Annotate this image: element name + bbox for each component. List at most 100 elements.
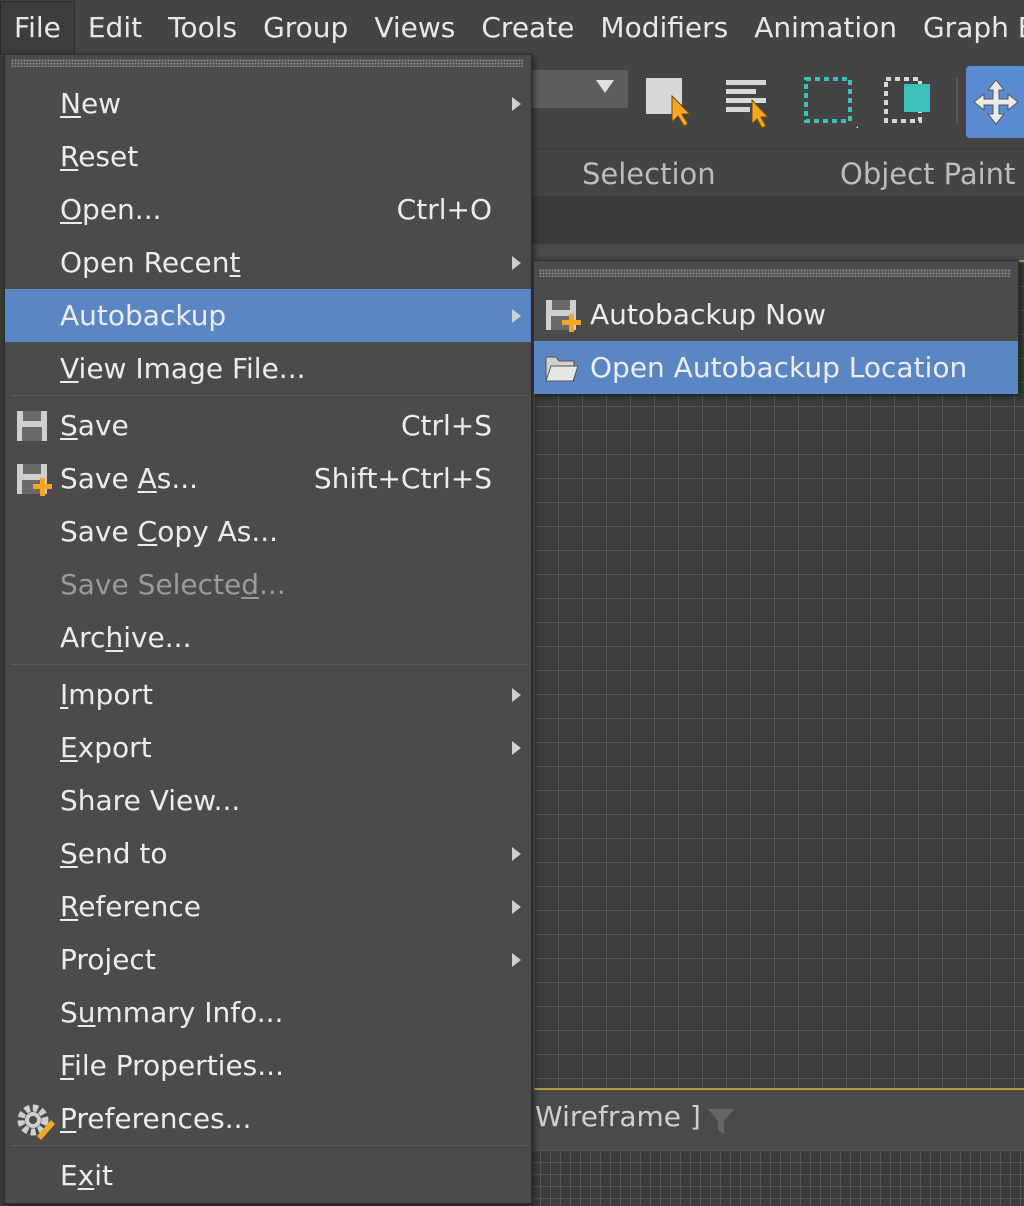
menubar-file[interactable]: File	[0, 1, 75, 55]
menu-item-label-text: s...	[156, 462, 199, 495]
menu-item-preferences[interactable]: Preferences...	[5, 1092, 531, 1145]
menu-item-view-image-file[interactable]: View Image File...	[5, 342, 531, 395]
menu-item-label-text: Arc	[60, 621, 106, 654]
menu-item-label-text: xport	[77, 731, 152, 764]
menu-item-reference[interactable]: Reference	[5, 880, 531, 933]
menu-item-label-text: mmary Info...	[95, 996, 284, 1029]
menu-item-label: Send to	[60, 827, 168, 880]
menu-item-mnemonic: E	[60, 731, 78, 764]
menu-item-label: Project	[60, 933, 156, 986]
menu-item-label: New	[60, 77, 121, 130]
file-menu: New Reset Open... Ctrl+O Open Recent Autoback…	[4, 54, 532, 1204]
menubar-tools[interactable]: Tools	[155, 0, 250, 56]
menu-item-mnemonic: P	[60, 1102, 77, 1135]
menu-item-open-recent[interactable]: Open Recent	[5, 236, 531, 289]
menu-item-label-text: end to	[77, 837, 168, 870]
menubar-group[interactable]: Group	[250, 0, 361, 56]
menu-item-save-selected: Save Selected...	[5, 558, 531, 611]
menu-item-mnemonic: S	[60, 837, 78, 870]
submenu-arrow-icon	[512, 97, 521, 111]
menu-item-label: Archive...	[60, 611, 191, 664]
menu-item-project[interactable]: Project	[5, 933, 531, 986]
menu-item-label: File Properties...	[60, 1039, 284, 1092]
menu-item-label: View Image File...	[60, 342, 306, 395]
menu-separator	[11, 664, 527, 665]
submenu-tear-off-grip[interactable]	[539, 269, 1011, 277]
menubar-graph-editors[interactable]: Graph Edit	[910, 0, 1024, 56]
menu-item-exit[interactable]: Exit	[5, 1149, 531, 1202]
main-toolbar	[530, 56, 1024, 148]
menu-item-label-text: pen...	[82, 193, 162, 226]
menu-item-mnemonic: N	[60, 87, 81, 120]
select-by-name-icon[interactable]	[724, 74, 774, 128]
menu-item-label-text: ew	[80, 87, 122, 120]
menu-item-label: Open Recent	[60, 236, 240, 289]
menu-item-mnemonic: C	[137, 515, 158, 548]
filter-icon[interactable]	[706, 1106, 736, 1136]
menu-item-autobackup[interactable]: Autobackup	[5, 289, 531, 342]
move-icon	[973, 79, 1019, 125]
menu-item-file-properties[interactable]: File Properties...	[5, 1039, 531, 1092]
menu-item-save-as[interactable]: Save As... Shift+Ctrl+S	[5, 452, 531, 505]
menu-item-label-text: Autobackup	[60, 299, 227, 332]
menu-item-send-to[interactable]: Send to	[5, 827, 531, 880]
folder-icon	[544, 351, 580, 389]
ribbon-tab-object-paint[interactable]: Object Paint	[840, 157, 1015, 191]
menu-item-share-view[interactable]: Share View...	[5, 774, 531, 827]
menu-item-new[interactable]: New	[5, 77, 531, 130]
toolbar-separator	[956, 78, 958, 124]
menubar-create[interactable]: Create	[468, 0, 587, 56]
menu-separator	[11, 1145, 527, 1146]
menu-tear-off-grip[interactable]	[11, 59, 523, 67]
menu-item-label-text: E	[60, 1159, 78, 1192]
ribbon-tabs: Selection Object Paint	[530, 148, 1024, 197]
select-and-move-button[interactable]	[966, 66, 1024, 138]
lower-viewport-grid	[530, 1150, 1024, 1206]
submenu-item-open-autobackup-location[interactable]: Open Autobackup Location	[534, 341, 1018, 394]
menu-item-label-text: eset	[78, 140, 139, 173]
menu-item-save-copy-as[interactable]: Save Copy As...	[5, 505, 531, 558]
menu-item-label-text: Save	[60, 462, 138, 495]
menu-item-label: Preferences...	[60, 1092, 251, 1145]
selection-filter-dropdown[interactable]	[530, 70, 628, 108]
ribbon-tab-selection[interactable]: Selection	[582, 157, 716, 191]
submenu-arrow-icon	[512, 847, 521, 861]
menu-item-label: Open...	[60, 183, 162, 236]
menu-item-label: Save As...	[60, 452, 198, 505]
menu-item-save[interactable]: Save Ctrl+S	[5, 399, 531, 452]
menubar-views[interactable]: Views	[361, 0, 468, 56]
menu-item-open[interactable]: Open... Ctrl+O	[5, 183, 531, 236]
menu-item-label: Save Selected...	[60, 558, 286, 611]
menubar-edit[interactable]: Edit	[75, 0, 155, 56]
select-object-icon[interactable]	[644, 74, 694, 128]
menu-item-label-text: ...	[259, 568, 286, 601]
menu-item-mnemonic: u	[77, 996, 96, 1029]
menu-item-archive[interactable]: Archive...	[5, 611, 531, 664]
menu-item-import[interactable]: Import	[5, 668, 531, 721]
menu-item-reset[interactable]: Reset	[5, 130, 531, 183]
menu-item-summary-info[interactable]: Summary Info...	[5, 986, 531, 1039]
menu-item-label: Import	[60, 668, 153, 721]
menubar-modifiers[interactable]: Modifiers	[587, 0, 741, 56]
submenu-item-autobackup-now[interactable]: Autobackup Now	[534, 288, 1018, 341]
menu-item-label-text: Project	[60, 943, 156, 976]
menu-item-label: Summary Info...	[60, 986, 283, 1039]
menu-item-mnemonic: A	[137, 462, 157, 495]
menu-item-export[interactable]: Export	[5, 721, 531, 774]
menu-item-label-text: ive...	[123, 621, 192, 654]
preferences-gear-icon	[15, 1102, 55, 1144]
menu-item-label-text: S	[60, 996, 78, 1029]
menu-item-label-text: ave	[77, 409, 129, 442]
menu-item-label: Share View...	[60, 774, 240, 827]
menubar-animation[interactable]: Animation	[741, 0, 910, 56]
viewport-shading-label[interactable]: Wireframe ]	[535, 1100, 701, 1133]
window-crossing-icon[interactable]	[882, 74, 938, 128]
menu-item-label: Save Copy As...	[60, 505, 278, 558]
menu-item-shortcut: Shift+Ctrl+S	[313, 462, 492, 495]
menubar: File Edit Tools Group Views Create Modif…	[0, 0, 1024, 56]
menu-item-mnemonic: R	[60, 890, 79, 923]
rectangular-selection-region-icon[interactable]	[802, 74, 858, 128]
submenu-arrow-icon	[512, 309, 521, 323]
menu-item-label: Reference	[60, 880, 201, 933]
menu-item-label: Export	[60, 721, 152, 774]
